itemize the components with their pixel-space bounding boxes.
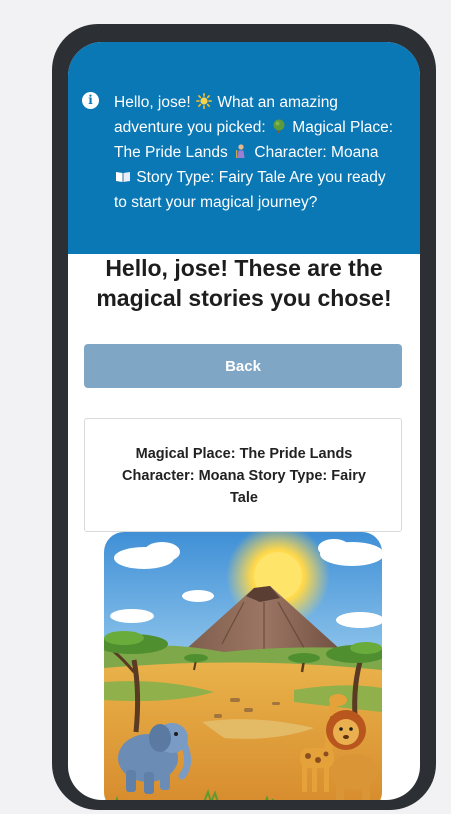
sun-emoji-icon bbox=[196, 93, 212, 109]
alert-character: Character: Moana bbox=[254, 144, 379, 161]
tree-emoji-icon bbox=[273, 119, 285, 133]
alert-greeting: Hello, jose! bbox=[114, 94, 191, 111]
alert-story-type: Story Type: Fairy Tale bbox=[136, 169, 286, 186]
story-illustration bbox=[104, 532, 382, 800]
selection-summary-text: Magical Place: The Pride Lands Character… bbox=[122, 446, 366, 506]
savanna-illustration-icon bbox=[104, 532, 382, 800]
info-icon: i bbox=[82, 92, 99, 109]
alert-message: Hello, jose! What an amazing adventure y… bbox=[114, 90, 400, 215]
selection-summary-card: Magical Place: The Pride Lands Character… bbox=[84, 418, 402, 532]
book-emoji-icon bbox=[116, 172, 130, 182]
info-alert: i Hello, jose! What an amazing adventure… bbox=[68, 42, 420, 254]
page-title: Hello, jose! These are the magical stori… bbox=[96, 255, 392, 311]
back-button[interactable]: Back bbox=[84, 344, 402, 388]
character-emoji-icon bbox=[236, 144, 245, 158]
phone-screen: i Hello, jose! What an amazing adventure… bbox=[68, 42, 420, 800]
